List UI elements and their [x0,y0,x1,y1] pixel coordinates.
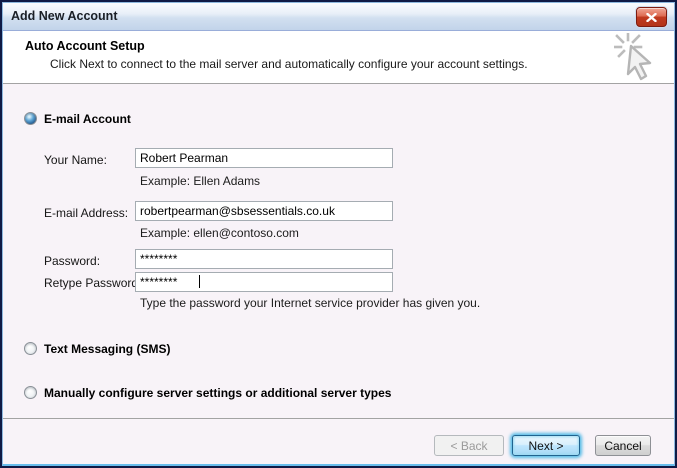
password-hint: Type the password your Internet service … [140,296,481,310]
back-button[interactable]: < Back [434,435,504,456]
wizard-header: Auto Account Setup Click Next to connect… [3,31,674,84]
close-button[interactable] [636,7,667,27]
footer-divider [3,418,674,419]
page-subtitle: Click Next to connect to the mail server… [50,57,528,71]
radio-email-account-label[interactable]: E-mail Account [44,112,131,126]
retype-password-input[interactable] [135,272,393,292]
radio-email-account[interactable] [24,112,37,125]
email-address-example: Example: ellen@contoso.com [140,226,299,240]
your-name-example: Example: Ellen Adams [140,174,261,188]
next-button[interactable]: Next > [512,435,580,456]
radio-manual-configure[interactable] [24,386,37,399]
dialog-frame: Add New Account Auto Account Setup Click… [2,2,675,466]
title-bar[interactable]: Add New Account [3,3,674,31]
your-name-input[interactable] [135,148,393,168]
cancel-button[interactable]: Cancel [595,435,651,456]
email-address-label: E-mail Address: [44,206,129,220]
password-label: Password: [44,254,101,268]
password-input[interactable] [135,249,393,269]
radio-manual-configure-label[interactable]: Manually configure server settings or ad… [44,386,391,400]
dialog-window: Add New Account Auto Account Setup Click… [0,0,677,468]
page-title: Auto Account Setup [25,39,145,53]
sparkle-cursor-icon [614,33,652,81]
radio-text-messaging-label[interactable]: Text Messaging (SMS) [44,342,170,356]
window-title: Add New Account [11,9,118,23]
form-area: E-mail Account Your Name: Example: Ellen… [3,85,674,418]
text-caret [199,275,200,288]
radio-text-messaging[interactable] [24,342,37,355]
email-address-input[interactable] [135,201,393,221]
your-name-label: Your Name: [44,153,107,167]
retype-password-label: Retype Password: [44,276,142,290]
close-icon [646,12,657,22]
